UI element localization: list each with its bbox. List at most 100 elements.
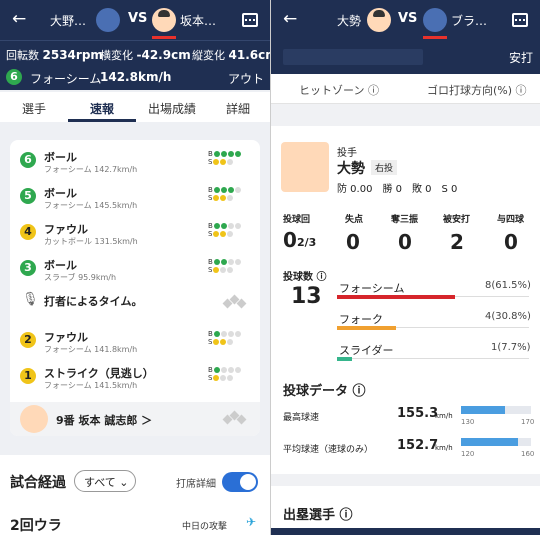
event-sub: カットボール 131.5km/h [44, 237, 138, 246]
h-value: 2 [450, 230, 464, 254]
game-header: ← 大野… VS 坂本… [0, 0, 270, 40]
er-label: 失点 [345, 215, 364, 225]
count-indicator: BS [208, 186, 241, 202]
tab-live[interactable]: 速報 [90, 100, 114, 117]
event-sub: スラーブ 95.9km/h [44, 273, 117, 282]
bb-value: 0 [504, 230, 518, 254]
back-arrow-icon[interactable]: ← [12, 9, 26, 29]
pitch-log-card: 6 ボール フォーシーム 142.7km/h BS 5 ボール フォーシーム 1… [10, 140, 260, 436]
bases-diamond-icon [222, 294, 247, 310]
bases-diamond-icon [222, 410, 247, 426]
spin-value: 2534rpm [42, 48, 103, 62]
pitcher-avatar[interactable] [367, 8, 391, 32]
range-max: 170 [521, 418, 535, 426]
vbreak-label: 縦変化 [192, 49, 225, 62]
pitch-count-label: 投球数 ⓘ [283, 272, 327, 283]
batter-avatar[interactable] [423, 8, 447, 32]
event-sub: フォーシーム 141.5km/h [44, 381, 138, 390]
batter-name: ブラ… [451, 14, 488, 28]
range-min: 130 [461, 418, 475, 426]
h-label: 被安打 [443, 215, 471, 225]
batter-underline [152, 36, 176, 39]
event-title: ボール [44, 187, 77, 200]
inning-label: 2回ウラ [10, 518, 62, 534]
tab-players[interactable]: 選手 [22, 100, 46, 117]
event-title: ストライク（見逃し） [44, 367, 154, 380]
pitcher-name: 大野… [50, 14, 87, 28]
ip-value: 0 [283, 228, 297, 252]
pitch-type-name: フォーク [339, 313, 383, 326]
count-indicator: BS [208, 150, 241, 166]
vbreak-value: 41.6cm [228, 48, 271, 62]
bb-label: 与四球 [497, 215, 525, 225]
zone-tabs: ヒットゾーン ⓘ ゴロ打球方向(%) ⓘ [271, 74, 540, 104]
result-label: 安打 [508, 51, 533, 65]
scoreboard-icon[interactable] [242, 13, 258, 27]
pitch-type-name: スライダー [339, 344, 394, 357]
batter-underline [423, 36, 447, 39]
pitch-type-value: 4(30.8%) [485, 311, 531, 322]
pitch-mix-bar [337, 295, 456, 299]
vs-label: VS [128, 11, 148, 26]
ground-direction-label[interactable]: ゴロ打球方向(%) ⓘ [427, 82, 527, 98]
pitch-type: フォーシーム [30, 72, 102, 86]
count-indicator: BS [208, 330, 241, 346]
pitcher-name: 大勢 [337, 14, 362, 28]
tab-stats[interactable]: 出場成績 [148, 100, 196, 117]
detail-toggle[interactable] [222, 472, 258, 492]
avg-speed-track [461, 438, 531, 446]
tab-details[interactable]: 詳細 [226, 100, 250, 117]
pitch-data-title: 投球データ ⓘ [283, 384, 366, 399]
pitch-speed: 142.8km/h [100, 70, 172, 84]
max-speed-label: 最高球速 [283, 413, 320, 423]
hot-zone-label[interactable]: ヒットゾーン ⓘ [299, 82, 379, 98]
result-placeholder [283, 49, 423, 65]
event-sub: フォーシーム 145.5km/h [44, 201, 138, 210]
pitcher-avatar[interactable] [96, 8, 120, 32]
avg-speed-bar [461, 438, 519, 446]
pitch-number: 6 [6, 69, 22, 85]
pitch-number: 3 [20, 260, 36, 276]
so-value: 0 [398, 230, 412, 254]
team-logo-icon: ✈ [246, 515, 257, 529]
count-indicator: BS [208, 366, 241, 382]
pitch-number: 4 [20, 224, 36, 240]
pitch-count: 13 [291, 284, 322, 309]
max-speed-track [461, 406, 531, 414]
pitch-number: 6 [20, 152, 36, 168]
left-panel: ← 大野… VS 坂本… 回転数 2534rpm 横変化 -42.9cm 縦変化… [0, 0, 270, 535]
right-panel: ← 大勢 VS ブラ… 安打 ヒットゾーン ⓘ ゴロ打球方向(%) ⓘ 投手 大… [270, 0, 540, 535]
bottom-bar [271, 528, 540, 535]
tab-active-indicator [68, 119, 136, 122]
game-header: ← 大勢 VS ブラ… [271, 0, 540, 40]
current-pitch-bar: 6 フォーシーム 142.8km/h アウト [0, 65, 270, 90]
batter-row[interactable]: 9番 坂本 誠志郎 ＞ [10, 402, 260, 436]
back-arrow-icon[interactable]: ← [283, 9, 297, 29]
event-title: ファウル [44, 331, 88, 344]
event-title: 打者によるタイム。 [44, 295, 143, 308]
max-speed-bar [461, 406, 506, 414]
pitcher-photo [281, 142, 329, 192]
batter-avatar[interactable] [152, 8, 176, 32]
filter-dropdown[interactable]: すべて ⌄ [74, 470, 136, 492]
filter-value: すべて [84, 476, 116, 489]
event-title: ファウル [44, 223, 88, 236]
hbreak-label: 横変化 [100, 49, 133, 62]
pitch-result: アウト [228, 72, 265, 86]
scoreboard-icon[interactable] [512, 13, 528, 27]
game-flow-section: 試合経過 すべて ⌄ 打席詳細 2回ウラ 中日の攻撃 ✈ [0, 455, 270, 535]
er-value: 0 [346, 230, 360, 254]
max-speed-value: 155.3 [397, 406, 439, 421]
pitcher-role: 投手 [337, 148, 357, 159]
count-indicator: BS [208, 222, 241, 238]
ip-fraction: 2/3 [297, 236, 317, 249]
detail-toggle-label: 打席詳細 [176, 479, 216, 490]
vs-label: VS [398, 11, 418, 26]
pitch-stats-bar: 回転数 2534rpm 横変化 -42.9cm 縦変化 41.6cm [0, 40, 270, 65]
pitch-type-value: 8(61.5%) [485, 280, 531, 291]
spin-label: 回転数 [6, 49, 39, 62]
range-max: 160 [521, 450, 535, 458]
pitch-number: 2 [20, 332, 36, 348]
batter-link[interactable]: 9番 坂本 誠志郎 ＞ [56, 412, 152, 428]
pitch-number: 5 [20, 188, 36, 204]
